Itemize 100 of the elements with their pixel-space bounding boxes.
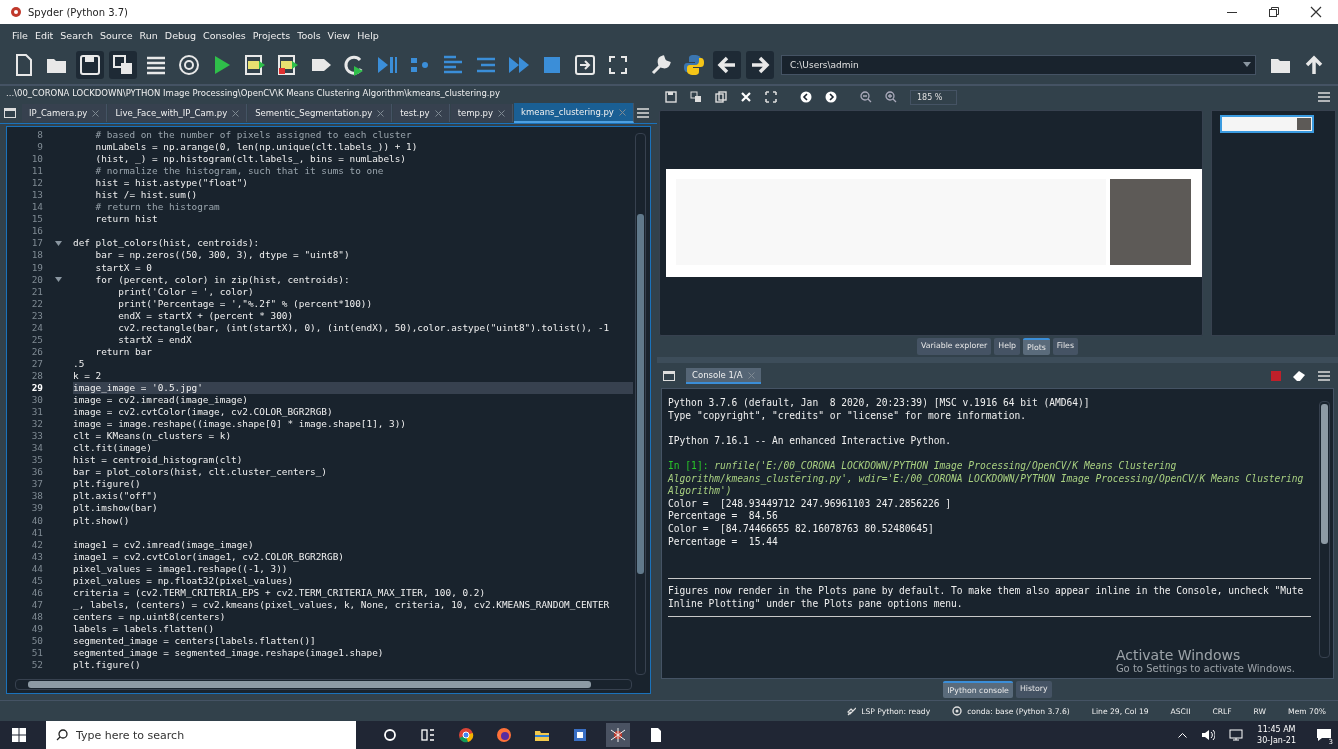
notification-icon[interactable] xyxy=(1316,728,1332,742)
code-line: endX = startX + (percent * 300) xyxy=(117,309,294,322)
zoom-in-icon[interactable] xyxy=(885,91,897,103)
line-number: 19 xyxy=(30,261,43,274)
clock-time[interactable]: 11:45 AM xyxy=(1257,724,1296,735)
code-line: pixel_values = image1.reshape((-1, 3)) xyxy=(73,562,288,575)
line-number: 31 xyxy=(30,406,43,419)
menu-icon[interactable] xyxy=(637,108,649,118)
line-number: 9 xyxy=(36,141,43,154)
restore-icon[interactable] xyxy=(1268,6,1280,18)
menu-item[interactable]: Tools xyxy=(297,29,321,41)
browse-tabs-icon[interactable] xyxy=(4,108,16,118)
code-line: image1 = cv2.cvtColor(image1, cv2.COLOR_BGR2RGB) xyxy=(73,550,344,563)
code-line: plt.figure() xyxy=(73,478,141,491)
line-number: 10 xyxy=(30,153,43,166)
eraser-icon[interactable] xyxy=(1293,371,1306,381)
code-line: # based on the number of pixels assigned to each cluster xyxy=(94,129,412,142)
scrollbar[interactable] xyxy=(635,133,646,675)
file-tab[interactable]: kmeans_clustering.py xyxy=(514,103,634,123)
plot-thumbnail[interactable] xyxy=(1220,115,1314,133)
line-number: 15 xyxy=(30,213,43,226)
scroll-thumb[interactable] xyxy=(28,681,591,688)
console-output: Percentage = 84.56 xyxy=(668,510,779,523)
caret-up-icon[interactable] xyxy=(1178,732,1188,738)
save-icon[interactable] xyxy=(76,51,104,79)
line-number: 52 xyxy=(30,659,43,672)
file-tab[interactable]: Live_Face_with_IP_Cam.py xyxy=(108,104,248,122)
code-line: for (percent, color) in zip(hist, centroids): xyxy=(94,273,350,286)
console-notice: Figures now render in the Plots pane by default. To make them also appear inline in the Console, uncheck "Mute Inline Plotting" under the Plots pane options menu. xyxy=(668,585,1305,611)
line-number: 47 xyxy=(30,598,43,611)
menu-item[interactable]: Run xyxy=(139,29,158,41)
scroll-thumb[interactable] xyxy=(637,214,644,574)
menu-icon[interactable] xyxy=(1318,92,1330,102)
save-all-icon[interactable] xyxy=(109,51,137,79)
code-line: _, labels, (centers) = cv2.kmeans(pixel_values, k, None, criteria, 10, cv2.KMEANS_RANDOM_CENTER xyxy=(73,598,610,611)
search-field[interactable]: Type here to search xyxy=(46,721,356,749)
zoom-out-icon[interactable] xyxy=(860,91,872,103)
console-output: Color = [248.93449712 247.96961103 247.2856226 ] xyxy=(668,497,953,511)
code-line: plt.imshow(bar) xyxy=(73,502,158,515)
menu-item[interactable]: Edit xyxy=(34,29,54,41)
file-tab[interactable]: IP_Camera.py xyxy=(22,104,108,122)
code-line: pixel_values = np.float32(pixel_values) xyxy=(73,574,294,587)
console-output: Type "copyright", "credits" or "license" for more information. xyxy=(668,409,1028,423)
scroll-thumb[interactable] xyxy=(1321,404,1328,544)
browse-tabs-icon[interactable] xyxy=(663,371,675,381)
close-icon[interactable] xyxy=(1310,6,1322,18)
code-line: return hist xyxy=(94,213,158,226)
save-icon[interactable] xyxy=(665,91,677,103)
code-line: centers = np.uint8(centers) xyxy=(73,610,226,623)
line-number: 8 xyxy=(36,129,43,142)
menu-item[interactable]: Debug xyxy=(164,29,197,41)
fit-icon[interactable] xyxy=(765,91,777,103)
file-tab[interactable]: temp.py xyxy=(450,104,513,122)
code-line: # return the histogram xyxy=(94,201,220,214)
clock-date[interactable]: 30-Jan-21 xyxy=(1257,735,1296,746)
code-line: cv2.rectangle(bar, (int(startX), 0), (int(endX), 50),color.astype("uint8").tolist(), -1 xyxy=(117,321,610,334)
menu-item[interactable]: Search xyxy=(60,29,93,41)
code-line: print('Percentage = ',"%.2f" % (percent*100)) xyxy=(117,297,373,310)
fold-arrow-icon[interactable] xyxy=(54,240,62,246)
line-number: 20 xyxy=(30,273,43,286)
network-icon[interactable] xyxy=(1229,729,1244,741)
code-line: bar = plot_colors(hist, clt.cluster_centers_) xyxy=(73,466,327,479)
menu-item[interactable]: Projects xyxy=(252,29,291,41)
line-number: 16 xyxy=(30,225,43,238)
console-output: Percentage = 15.44 xyxy=(668,535,779,549)
scrollbar[interactable] xyxy=(15,679,632,690)
line-number: 22 xyxy=(30,297,43,310)
console-output: Python 3.7.6 (default, Jan 8 2020, 20:23:39) [MSC v.1916 64 bit (AMD64)] xyxy=(668,397,1091,410)
zoom-field[interactable]: 185 % xyxy=(910,89,958,105)
speaker-icon[interactable] xyxy=(1201,729,1216,741)
code-line: def plot_colors(hist, centroids): xyxy=(73,237,260,250)
menu-item[interactable]: Source xyxy=(99,29,133,41)
file-tab[interactable]: Sementic_Segmentation.py xyxy=(248,104,393,122)
menu-item[interactable]: File xyxy=(12,29,28,41)
file-tab[interactable]: test.py xyxy=(393,104,450,122)
console-tab[interactable]: Console 1/A xyxy=(686,368,761,384)
save-all-icon[interactable] xyxy=(690,91,702,103)
scrollbar[interactable] xyxy=(1319,401,1330,658)
fold-arrow-icon[interactable] xyxy=(54,277,62,283)
menu-item[interactable]: Help xyxy=(357,29,379,41)
menu-item[interactable]: View xyxy=(327,29,351,41)
windows-start-icon[interactable] xyxy=(12,728,26,742)
next-icon[interactable] xyxy=(825,91,837,103)
line-number: 51 xyxy=(30,647,43,660)
line-number: 48 xyxy=(30,610,43,623)
directory-field[interactable]: C:\Users\admin xyxy=(781,55,1256,75)
previous-icon[interactable] xyxy=(800,91,812,103)
line-number: 49 xyxy=(30,622,43,635)
line-number: 12 xyxy=(30,177,43,190)
menu-icon[interactable] xyxy=(1318,371,1330,381)
line-number: 14 xyxy=(30,201,43,214)
code-line: labels = labels.flatten() xyxy=(73,622,215,635)
console-command: In [1]: runfile('E:/00_CORONA LOCKDOWN/PYTHON Image Processing/OpenCV/K Means Clustering Algorithm/kmeans_clustering.py', wdir='E:/00_CORONA LOCKDOWN/PYTHON Image Processing/OpenCV/K Means Clustering Algorithm') xyxy=(668,459,1305,498)
line-number: 41 xyxy=(30,526,43,539)
line-number: 38 xyxy=(30,490,43,503)
line-number: 50 xyxy=(30,634,43,647)
dropdown-icon[interactable] xyxy=(1243,62,1251,68)
copy-icon[interactable] xyxy=(715,91,727,103)
code-line: # normalize the histogram, such that it sums to one xyxy=(94,165,384,178)
menu-item[interactable]: Consoles xyxy=(203,29,246,41)
